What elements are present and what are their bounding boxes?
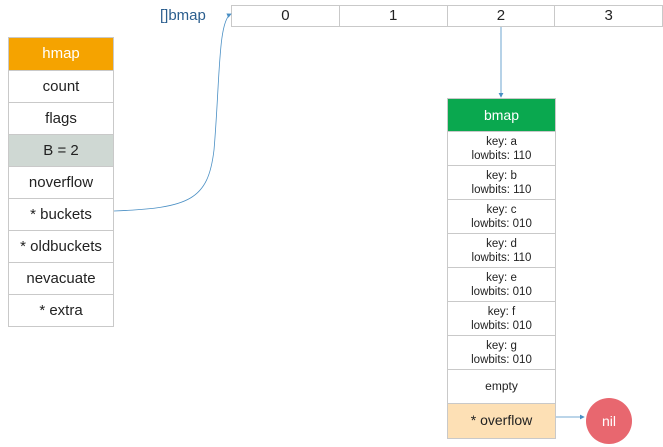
hmap-field-nevacuate: nevacuate [9,262,113,294]
entry-key: key: f [487,306,516,318]
entry-lowbits: lowbits: 010 [471,286,532,298]
entry-lowbits: lowbits: 110 [471,184,532,196]
bmap-empty-slot: empty [448,369,555,403]
bucket-cell-3: 3 [554,6,662,26]
hmap-field-count: count [9,70,113,102]
hmap-field-noverflow: noverflow [9,166,113,198]
entry-key: key: d [486,238,517,250]
bmap-entry: key: d lowbits: 110 [448,233,555,267]
hmap-struct: hmap count flags B = 2 noverflow * bucke… [8,37,114,327]
hmap-field-b: B = 2 [9,134,113,166]
bucket-array-label: []bmap [160,7,206,24]
bmap-entry: key: c lowbits: 010 [448,199,555,233]
bucket-cell-2: 2 [446,6,555,26]
entry-lowbits: lowbits: 010 [471,354,532,366]
entry-key: key: e [486,272,517,284]
bucket-cell-1: 1 [338,6,447,26]
entry-key: key: a [486,136,517,148]
hmap-field-buckets: * buckets [9,198,113,230]
bmap-struct: bmap key: a lowbits: 110 key: b lowbits:… [447,98,556,439]
hmap-field-flags: flags [9,102,113,134]
bmap-entry: key: e lowbits: 010 [448,267,555,301]
bmap-header: bmap [448,99,555,131]
bucket-array: 0 1 2 3 [231,5,663,27]
bucket-cell-0: 0 [281,7,290,24]
entry-lowbits: lowbits: 010 [471,320,532,332]
hmap-field-extra: * extra [9,294,113,326]
bmap-entry: key: a lowbits: 110 [448,131,555,165]
bmap-entry: key: f lowbits: 010 [448,301,555,335]
entry-lowbits: lowbits: 110 [471,150,532,162]
buckets-pointer-wire [113,13,232,212]
bmap-entry: key: b lowbits: 110 [448,165,555,199]
hmap-field-oldbuckets: * oldbuckets [9,230,113,262]
nil-node: nil [586,398,632,444]
entry-lowbits: lowbits: 010 [471,218,532,230]
entry-key: key: b [486,170,517,182]
hmap-header: hmap [9,38,113,70]
entry-key: key: c [486,204,517,216]
entry-lowbits: lowbits: 110 [471,252,532,264]
bmap-entry: key: g lowbits: 010 [448,335,555,369]
entry-key: key: g [486,340,517,352]
bmap-overflow-pointer: * overflow [448,403,555,438]
